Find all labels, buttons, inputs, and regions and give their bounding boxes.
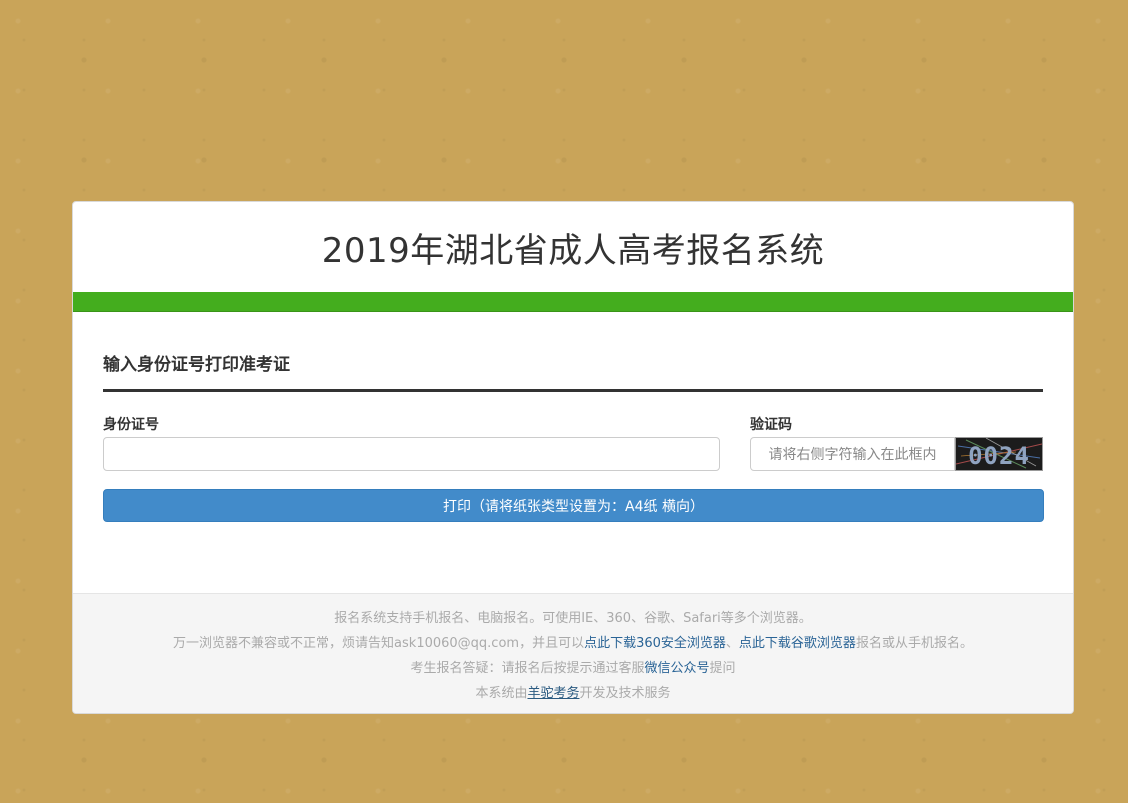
page-title: 2019年湖北省成人高考报名系统 (321, 230, 825, 271)
footer-support-prefix: 考生报名答疑：请报名后按提示通过客服 (410, 661, 645, 676)
captcha-text: 0024 (968, 442, 1030, 470)
footer-separator: 、 (725, 636, 739, 651)
panel-footer: 报名系统支持手机报名、电脑报名。可使用IE、360、谷歌、Safari等多个浏览… (73, 593, 1073, 713)
accent-bar (73, 292, 1073, 312)
footer-compat-prefix: 万一浏览器不兼容或不正常，烦请告知ask10060@qq.com，并且可以 (173, 636, 585, 651)
captcha-input[interactable] (750, 437, 955, 471)
captcha-image[interactable]: 0024 (955, 437, 1043, 471)
footer-browser-support: 报名系统支持手机报名、电脑报名。可使用IE、360、谷歌、Safari等多个浏览… (334, 611, 812, 626)
section-title: 输入身份证号打印准考证 (103, 355, 290, 375)
captcha-label: 验证码 (750, 417, 792, 433)
panel-header: 2019年湖北省成人高考报名系统 (73, 202, 1073, 292)
footer-support: 考生报名答疑：请报名后按提示通过客服微信公众号提问 (73, 656, 1073, 681)
wechat-link[interactable]: 微信公众号 (644, 661, 709, 676)
footer-credits: 本系统由羊驼考务开发及技术服务 (73, 681, 1073, 706)
download-chrome-link[interactable]: 点此下载谷歌浏览器 (739, 636, 856, 651)
footer-compat-suffix: 报名或从手机报名。 (855, 636, 973, 651)
id-number-input[interactable] (103, 437, 720, 471)
section-divider (103, 389, 1043, 392)
print-button[interactable]: 打印（请将纸张类型设置为：A4纸 横向） (103, 489, 1044, 522)
vendor-link[interactable]: 羊驼考务 (527, 686, 579, 701)
id-number-label: 身份证号 (103, 417, 159, 433)
print-form: 输入身份证号打印准考证 身份证号 验证码 0024 打印（请将纸张类型设置为：A… (73, 312, 1073, 594)
footer-compatibility: 万一浏览器不兼容或不正常，烦请告知ask10060@qq.com，并且可以点此下… (73, 631, 1073, 656)
footer-support-suffix: 提问 (709, 661, 736, 676)
footer-credits-suffix: 开发及技术服务 (579, 686, 671, 701)
footer-credits-prefix: 本系统由 (475, 686, 528, 701)
registration-panel: 2019年湖北省成人高考报名系统 输入身份证号打印准考证 身份证号 验证码 00… (72, 201, 1074, 714)
download-360-link[interactable]: 点此下载360安全浏览器 (584, 636, 726, 651)
